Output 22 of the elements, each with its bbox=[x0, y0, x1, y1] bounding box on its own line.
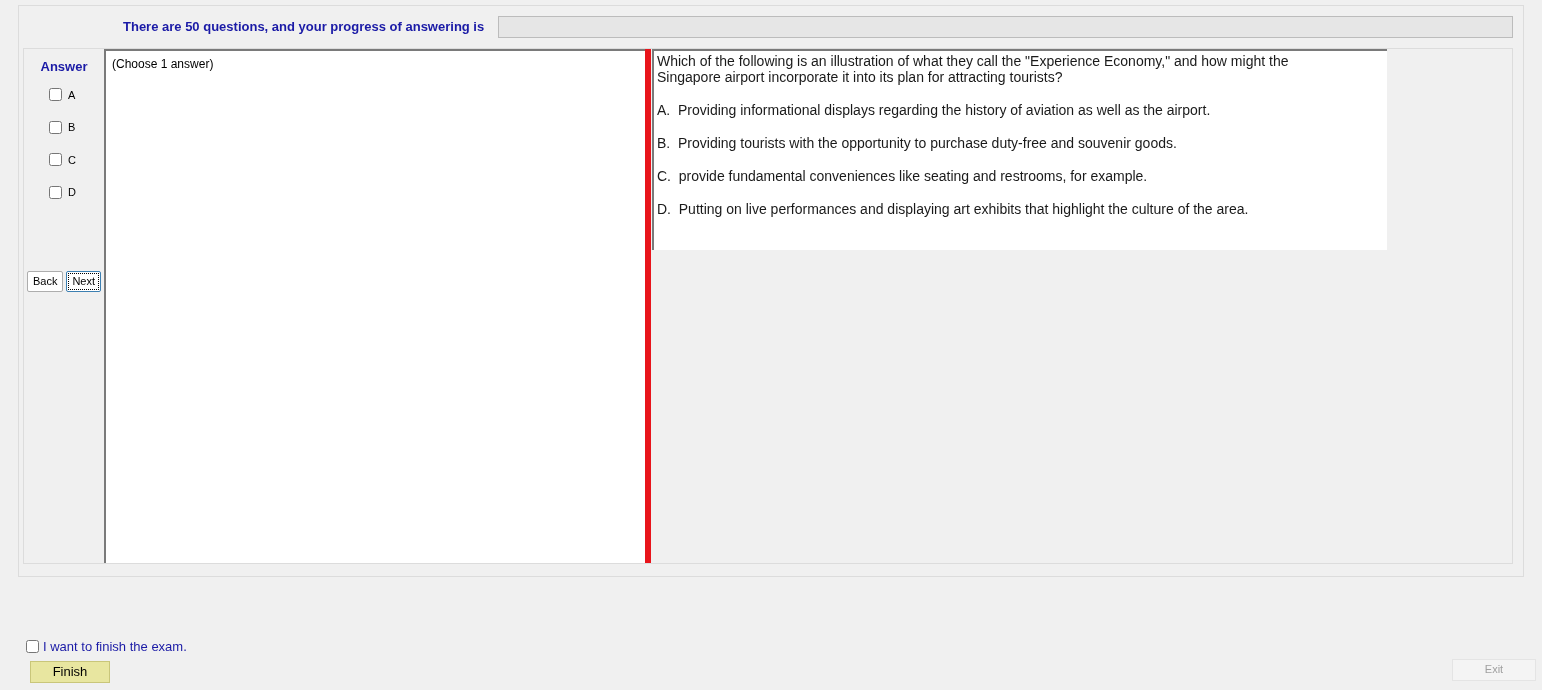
progress-label: There are 50 questions, and your progress of answering is bbox=[123, 18, 485, 37]
finish-checkbox[interactable] bbox=[26, 640, 39, 654]
back-button[interactable]: Back bbox=[26, 270, 64, 292]
option-label: A bbox=[68, 87, 76, 103]
answer-checkbox[interactable] bbox=[49, 88, 62, 102]
answer-title: Answer bbox=[40, 58, 88, 76]
finish-label: I want to finish the exam. bbox=[43, 638, 187, 656]
choice-text: A. Providing informational displays regarding the history of aviation as well as the airport. bbox=[657, 102, 1212, 118]
finish-button[interactable]: Finish bbox=[30, 660, 110, 683]
choice-text: D. Putting on live performances and displaying art exhibits that highlight the culture of the area. bbox=[657, 201, 1250, 217]
question-text: Which of the following is an illustration of what they call the "Experience Economy," and how might the Singapore airport incorporate it into its plan for attracting tourists? bbox=[657, 53, 1290, 85]
answer-checkbox[interactable] bbox=[49, 185, 62, 199]
option-label: C bbox=[68, 152, 76, 168]
answer-text-box[interactable]: (Choose 1 answer) bbox=[104, 49, 645, 563]
option-label: D bbox=[68, 185, 76, 200]
answer-checkbox[interactable] bbox=[49, 153, 62, 167]
choice-text: B. Providing tourists with the opportunity to purchase duty-free and souvenir goods. bbox=[657, 135, 1178, 151]
choice-text: C. provide fundamental conveniences like seating and restrooms, for example. bbox=[657, 168, 1149, 184]
next-button[interactable]: Next bbox=[66, 270, 102, 292]
answer-checkbox[interactable] bbox=[49, 120, 62, 134]
answer-hint: (Choose 1 answer) bbox=[112, 57, 214, 71]
option-label: B bbox=[68, 120, 76, 135]
